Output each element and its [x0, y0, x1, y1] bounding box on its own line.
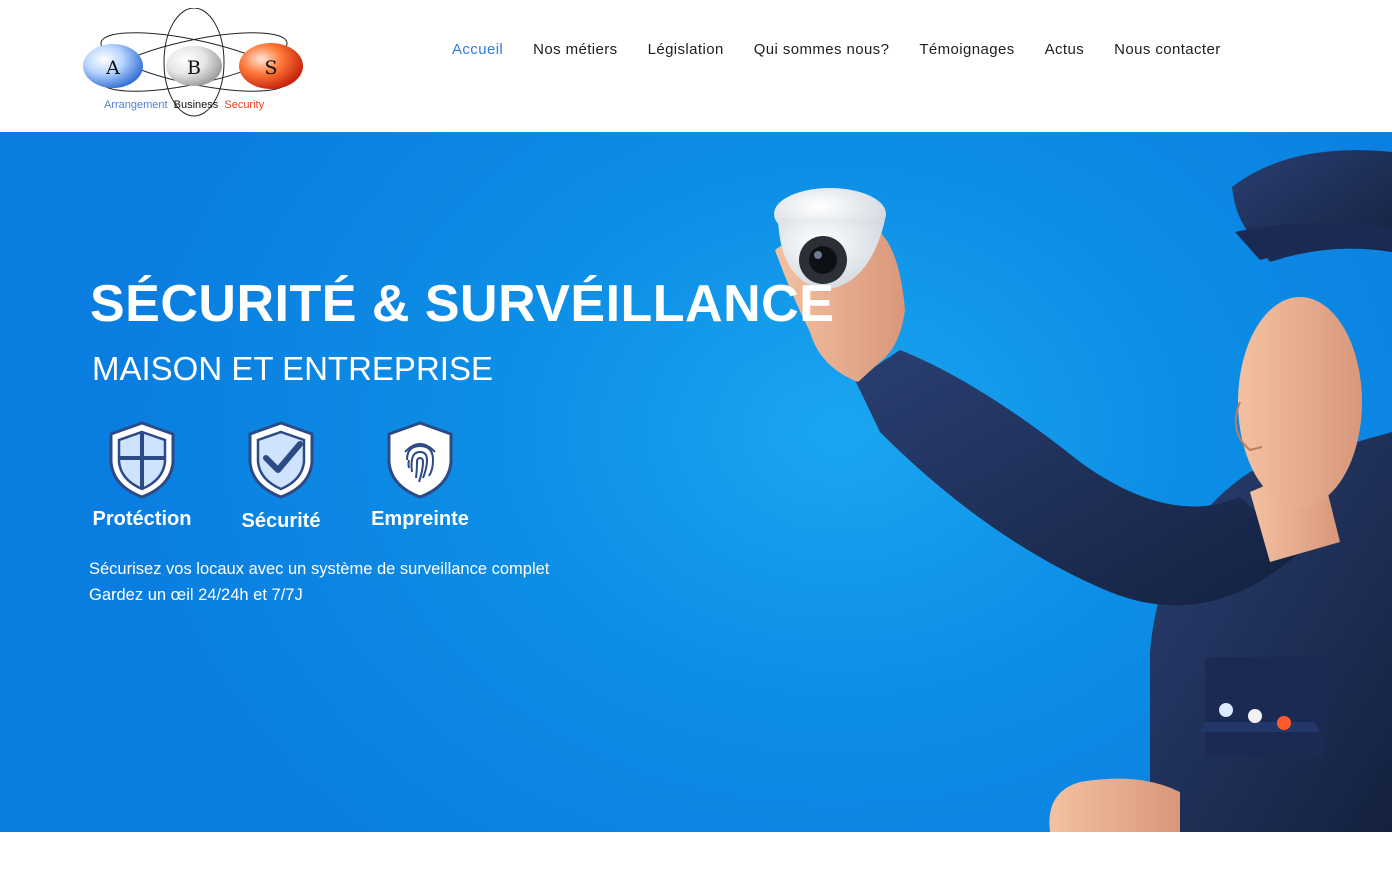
hero-subtitle: MAISON ET ENTREPRISE [92, 350, 493, 387]
fingerprint-icon [383, 420, 457, 500]
feature-securite: Sécurité [238, 420, 324, 533]
technician-holding-camera-image [774, 150, 1392, 832]
feature-protection: Protéction [89, 420, 195, 531]
hero-description-line2: Gardez un œil 24/24h et 7/7J [89, 586, 303, 604]
nav-qui-sommes-nous[interactable]: Qui sommes nous? [739, 40, 905, 60]
feature-protection-label: Protéction [92, 508, 192, 530]
shield-cross-icon [105, 420, 179, 500]
svg-text:S: S [264, 57, 277, 79]
nav-accueil[interactable]: Accueil [452, 40, 518, 60]
nav-nos-metiers[interactable]: Nos métiers [518, 40, 632, 60]
abs-logo[interactable]: A B S Arrangement Business Security [80, 8, 306, 122]
feature-securite-label: Sécurité [241, 510, 321, 532]
svg-text:A: A [105, 57, 120, 79]
nav-legislation[interactable]: Législation [633, 40, 739, 60]
feature-empreinte: Empreinte [367, 420, 473, 531]
hero-description-line1: Sécurisez vos locaux avec un système de … [89, 560, 550, 578]
page-content-start [0, 832, 1392, 896]
shield-check-icon [244, 420, 318, 500]
site-header: A B S Arrangement Business Security Accu… [0, 0, 1392, 132]
svg-text:Arrangement Business: Arrangement Business Security [104, 99, 265, 111]
svg-text:B: B [187, 57, 201, 79]
nav-actus[interactable]: Actus [1030, 40, 1100, 60]
hero-description: Sécurisez vos locaux avec un système de … [89, 556, 549, 608]
feature-empreinte-label: Empreinte [371, 508, 469, 530]
nav-nous-contacter[interactable]: Nous contacter [1099, 40, 1235, 60]
hero-title: SÉCURITÉ & SURVÉILLANCE [90, 275, 835, 333]
hero-banner: SÉCURITÉ & SURVÉILLANCE MAISON ET ENTREP… [0, 132, 1392, 832]
nav-temoignages[interactable]: Témoignages [904, 40, 1029, 60]
main-nav: Accueil Nos métiers Législation Qui somm… [452, 40, 1236, 60]
